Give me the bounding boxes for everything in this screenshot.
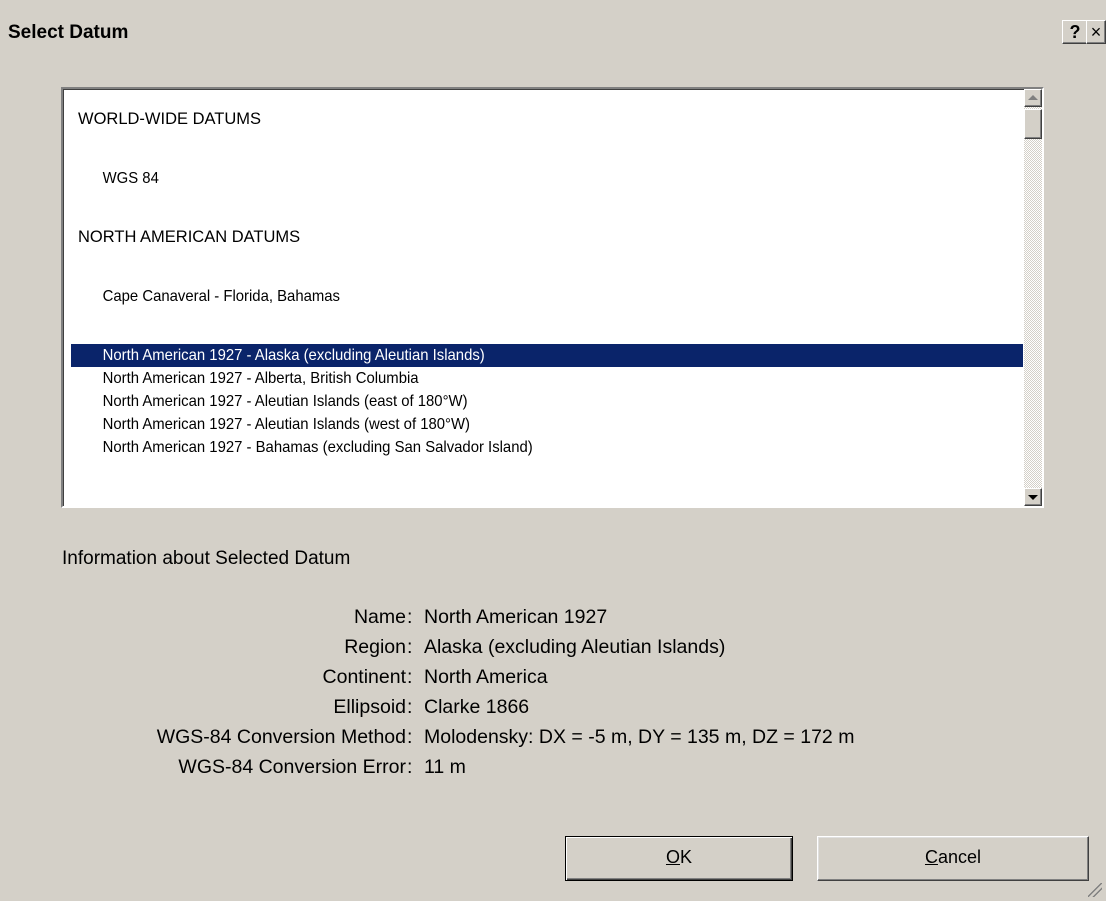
list-item-label: WGS 84 [102, 170, 159, 187]
scroll-up-button[interactable] [1024, 89, 1042, 107]
info-label: Region [344, 636, 406, 658]
info-label: Name [353, 606, 406, 628]
list-item-label: Cape Canaveral - Florida, Bahamas [102, 288, 340, 305]
info-label: Ellipsoid [333, 696, 406, 718]
info-value: Alaska (excluding Aleutian Islands) [424, 636, 726, 658]
list-item[interactable]: North American 1927 - Bahamas (excluding… [71, 436, 1023, 459]
info-value: 11 m [424, 756, 466, 778]
info-separator: : [407, 726, 413, 748]
close-button[interactable]: × [1086, 20, 1106, 44]
cancel-label: ancel [937, 847, 982, 867]
vertical-scrollbar[interactable] [1024, 89, 1042, 506]
list-item[interactable]: North American 1927 - Alaska (excluding … [71, 344, 1023, 367]
scroll-thumb[interactable] [1024, 109, 1042, 139]
info-value: North America [424, 666, 548, 688]
info-header: Information about Selected Datum [62, 548, 351, 569]
list-item-label: North American 1927 - Aleutian Islands (… [102, 416, 470, 433]
info-separator: : [407, 606, 413, 628]
list-group-heading[interactable]: NORTH AMERICAN DATUMS [71, 226, 1023, 249]
info-label: Continent [322, 666, 406, 688]
info-separator: : [407, 756, 413, 778]
list-item-label: WORLD-WIDE DATUMS [78, 110, 262, 128]
list-item-label: North American 1927 - Alaska (excluding … [102, 347, 485, 364]
info-row: WGS-84 Conversion Method: Molodensky: DX … [0, 724, 1106, 750]
list-item[interactable]: North American 1927 - Alberta, British C… [71, 367, 1023, 390]
info-row: WGS-84 Conversion Error:11 m [0, 754, 1106, 780]
ok-mnemonic: O [665, 847, 680, 867]
info-separator: : [407, 696, 413, 718]
list-item[interactable]: WGS 84 [71, 167, 1023, 190]
info-row: Name: North American 1927 [0, 604, 1106, 630]
list-item-label: NORTH AMERICAN DATUMS [78, 228, 301, 246]
list-item[interactable]: North American 1927 - Aleutian Islands (… [71, 390, 1023, 413]
dialog-title: Select Datum [8, 22, 129, 43]
chevron-down-icon [1028, 495, 1038, 500]
info-label: WGS-84 Conversion Method [156, 726, 406, 748]
info-label: WGS-84 Conversion Error [178, 756, 406, 778]
ok-button[interactable]: OK [565, 836, 793, 881]
info-value: Molodensky: DX = -5 m, DY = 135 m, DZ = … [424, 726, 855, 748]
list-item[interactable]: North American 1927 - Aleutian Islands (… [71, 413, 1023, 436]
info-row: Continent: North America [0, 664, 1106, 690]
cancel-mnemonic: C [924, 847, 938, 867]
info-row: Ellipsoid: Clarke 1866 [0, 694, 1106, 720]
info-value: North American 1927 [424, 606, 608, 628]
ok-label: K [680, 847, 693, 867]
datum-listbox[interactable]: WORLD-WIDE DATUMS WGS 84 NORTH AMERICAN DA… [61, 87, 1044, 508]
info-separator: : [407, 636, 413, 658]
info-row: Region: Alaska (excluding Aleutian Island… [0, 634, 1106, 660]
info-separator: : [407, 666, 413, 688]
resize-grip-icon[interactable] [1088, 883, 1102, 897]
title-bar: Select Datum ? × [0, 0, 1106, 80]
cancel-button[interactable]: Cancel [817, 836, 1089, 881]
list-group-heading[interactable]: WORLD-WIDE DATUMS [71, 108, 1023, 131]
scroll-down-button[interactable] [1024, 488, 1042, 506]
chevron-up-icon [1028, 95, 1038, 100]
list-item[interactable]: Cape Canaveral - Florida, Bahamas [71, 285, 1023, 308]
list-item-label: North American 1927 - Aleutian Islands (… [102, 393, 468, 410]
info-value: Clarke 1866 [424, 696, 530, 718]
list-item-label: North American 1927 - Alberta, British C… [102, 370, 419, 387]
list-item-label: North American 1927 - Bahamas (excluding… [102, 439, 533, 456]
help-button[interactable]: ? [1062, 20, 1088, 44]
